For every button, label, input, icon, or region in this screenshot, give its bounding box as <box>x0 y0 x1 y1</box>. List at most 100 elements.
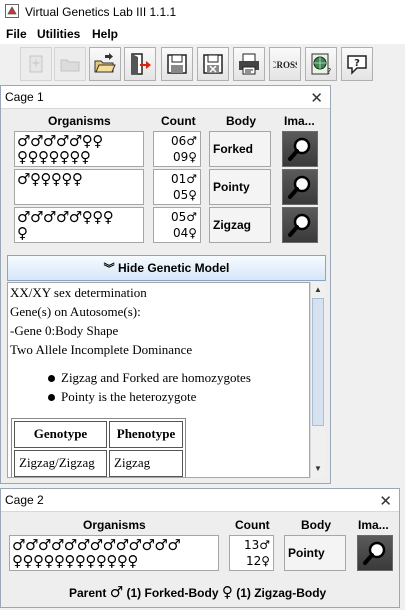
model-bullet: Pointy is the heterozygote <box>61 389 197 404</box>
organisms-cell[interactable]: ♂♂♂♂♂♀♀♀ ♀ <box>14 207 144 243</box>
new-problem-button[interactable] <box>20 47 52 81</box>
male-count: 01♂ <box>170 172 197 186</box>
svg-text:?: ? <box>354 58 360 69</box>
model-line: XX/XY sex determination <box>10 285 147 300</box>
phenotype-cell: Zigzag <box>209 207 271 243</box>
cage1-title-bar: Cage 1 ✕ <box>1 86 330 109</box>
cross-icon: CROSS <box>273 60 297 70</box>
image-button[interactable] <box>282 169 318 205</box>
svg-text:?: ? <box>327 67 331 76</box>
female-symbol-icon: ♀ <box>221 583 233 601</box>
menu-file[interactable]: File <box>6 27 27 41</box>
open-folder-arrow-icon <box>94 53 116 73</box>
female-symbols: ♀ <box>17 224 28 242</box>
bullet-icon <box>48 375 55 382</box>
model-bullet: Zigzag and Forked are homozygotes <box>61 370 251 385</box>
male-female-symbols: ♂♂♂♂♂♀♀♀ <box>17 208 114 226</box>
female-symbols: ♀♀♀♀♀♀♀ <box>17 148 91 166</box>
male-symbols: ♂♂♂♂♂♂♂♂♂♂♂♂♂ <box>12 536 181 554</box>
menu-help[interactable]: Help <box>92 27 118 41</box>
image-button[interactable] <box>282 131 318 167</box>
genotype-cell: Zigzag/Zigzag <box>14 450 107 477</box>
organisms-header: Organisms <box>83 518 146 532</box>
window-title: Virtual Genetics Lab III 1.1.1 <box>25 5 177 19</box>
count-cell: 05♂ 04♀ <box>153 207 201 243</box>
scroll-down-icon[interactable]: ▼ <box>311 462 325 476</box>
male-female-symbols: ♂♀♀♀♀♀ <box>17 170 83 188</box>
count-cell: 01♂ 05♀ <box>153 169 201 205</box>
model-line: Gene(s) on Autosome(s): <box>10 304 141 319</box>
summary-button[interactable]: ? <box>305 47 337 81</box>
cage1-window: Cage 1 ✕ Organisms Count Body Ima... ♂♂♂… <box>0 85 331 484</box>
phenotype-cell: Forked <box>209 131 271 167</box>
genotype-header: Genotype <box>14 421 107 448</box>
male-count: 05♂ <box>170 210 197 224</box>
open-folder-button[interactable] <box>54 47 86 81</box>
female-count: 12♀ <box>245 554 270 568</box>
organisms-cell[interactable]: ♂♂♂♂♂♀♀ ♀♀♀♀♀♀♀ <box>14 131 144 167</box>
phenotype-cell: Zigzag <box>109 450 183 477</box>
image-header: Ima... <box>358 518 389 532</box>
female-count: 05♀ <box>172 188 197 202</box>
male-female-symbols: ♂♂♂♂♂♀♀ <box>17 132 103 150</box>
close-icon[interactable]: ✕ <box>379 492 392 510</box>
magnifier-icon <box>288 175 311 199</box>
close-icon[interactable]: ✕ <box>310 89 323 107</box>
image-button[interactable] <box>357 535 393 571</box>
double-chevron-down-icon: ︾ <box>103 262 115 275</box>
magnifier-icon <box>288 137 311 161</box>
image-header: Ima... <box>284 114 315 128</box>
cage2-title: Cage 2 <box>5 493 44 507</box>
male-count: 13♂ <box>243 538 270 552</box>
body-header: Body <box>301 518 331 532</box>
phenotype-cell: Pointy <box>284 535 346 571</box>
image-button[interactable] <box>282 207 318 243</box>
parent-info: Parent ♂ (1) Forked-Body ♀ (1) Zigzag-Bo… <box>69 583 326 601</box>
male-count: 06♂ <box>170 134 197 148</box>
parent-label: Parent <box>69 586 107 600</box>
globe-doc-icon: ? <box>311 53 331 76</box>
title-bar: Virtual Genetics Lab III 1.1.1 <box>0 0 405 24</box>
toolbar: CROSS ? ? <box>0 44 405 89</box>
organisms-header: Organisms <box>48 114 111 128</box>
count-cell: 13♂ 12♀ <box>229 535 274 571</box>
save-as-button[interactable] <box>197 47 229 81</box>
hide-genetic-model-button[interactable]: ︾ Hide Genetic Model <box>7 255 326 281</box>
printer-icon <box>239 53 259 75</box>
female-parent-text: (1) Zigzag-Body <box>236 586 327 600</box>
body-header: Body <box>226 114 256 128</box>
count-header: Count <box>161 114 196 128</box>
folder-icon <box>60 59 80 72</box>
cross-button[interactable]: CROSS <box>269 47 301 81</box>
model-line: -Gene 0:Body Shape <box>10 323 119 338</box>
cage1-title: Cage 1 <box>5 90 44 104</box>
speech-bubble-icon: ? <box>347 55 367 75</box>
male-parent-text: (1) Forked-Body <box>126 586 219 600</box>
model-scrollbar[interactable]: ▲ ▼ <box>310 282 325 478</box>
close-work-button[interactable] <box>124 47 156 81</box>
print-button[interactable] <box>233 47 265 81</box>
organisms-cell[interactable]: ♂♀♀♀♀♀ <box>14 169 144 205</box>
scroll-thumb[interactable] <box>312 298 324 426</box>
app-icon <box>5 4 19 18</box>
count-header: Count <box>235 518 270 532</box>
genetic-model-panel: XX/XY sex determination Gene(s) on Autos… <box>7 282 310 478</box>
female-count: 04♀ <box>172 226 197 240</box>
help-button[interactable]: ? <box>341 47 373 81</box>
sparkle-doc-icon <box>29 55 43 73</box>
cage2-window: Cage 2 ✕ Organisms Count Body Ima... ♂♂♂… <box>0 488 400 608</box>
organisms-cell[interactable]: ♂♂♂♂♂♂♂♂♂♂♂♂♂ ♀♀♀♀♀♀♀♀♀♀♀♀ <box>9 535 219 571</box>
save-button[interactable] <box>161 47 193 81</box>
cage2-title-bar: Cage 2 ✕ <box>1 489 399 512</box>
floppy-disk-icon <box>167 54 187 74</box>
bullet-icon <box>48 394 55 401</box>
menu-utilities[interactable]: Utilities <box>37 27 80 41</box>
model-line: Two Allele Incomplete Dominance <box>10 342 193 357</box>
floppy-disk-x-icon <box>203 54 223 74</box>
male-symbol-icon: ♂ <box>109 583 124 601</box>
female-symbols: ♀♀♀♀♀♀♀♀♀♀♀♀ <box>12 552 138 570</box>
svg-text:CROSS: CROSS <box>273 60 297 70</box>
menu-bar: File Utilities Help <box>0 24 405 44</box>
scroll-up-icon[interactable]: ▲ <box>311 283 325 297</box>
open-work-button[interactable] <box>89 47 121 81</box>
